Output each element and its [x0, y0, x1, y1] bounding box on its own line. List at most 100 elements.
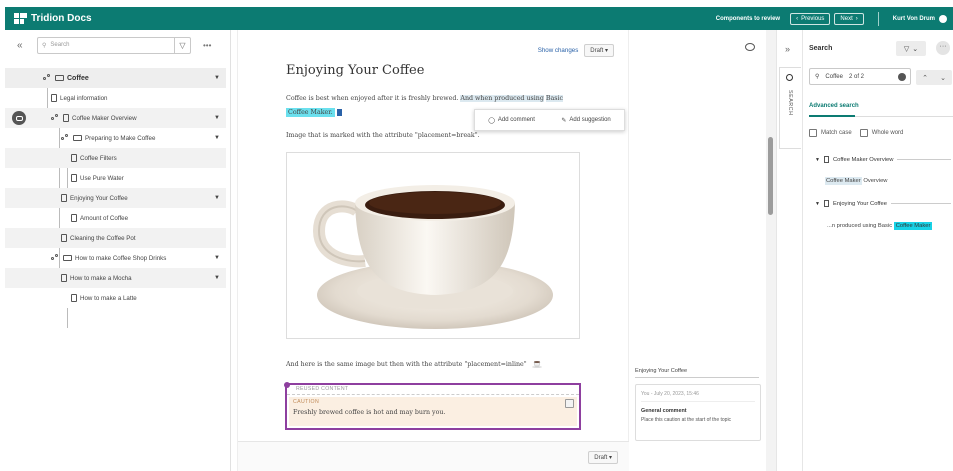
- caution-text: Freshly brewed coffee is hot and may bur…: [293, 409, 446, 416]
- tree-item[interactable]: Coffee Filters: [5, 148, 226, 168]
- search-tab[interactable]: SEARCH: [779, 67, 801, 149]
- chevron-up-icon[interactable]: ⌃: [922, 74, 928, 82]
- search-match-text: Coffee Maker.: [286, 108, 335, 117]
- content-tree-panel: « ⚲ Search ▽ ••• Coffee ▼ Legal informat…: [5, 30, 231, 471]
- tree-item[interactable]: Use Pure Water: [5, 168, 226, 188]
- search-options: Match case Whole word: [809, 129, 903, 137]
- search-icon: ⚲: [42, 42, 47, 49]
- folder-icon: [73, 135, 82, 141]
- add-comment-button[interactable]: ◯ Add comment: [488, 117, 535, 124]
- chevron-down-icon: ▾: [604, 48, 608, 54]
- search-filter-button[interactable]: ▽ ⌄: [896, 41, 926, 56]
- show-changes-link[interactable]: Show changes: [538, 47, 579, 54]
- add-suggestion-label: Add suggestion: [569, 117, 611, 123]
- add-suggestion-button[interactable]: ✎ Add suggestion: [561, 117, 610, 124]
- shared-icon: [61, 134, 70, 142]
- search-result-group[interactable]: ▼ Enjoying Your Coffee: [815, 200, 951, 207]
- tree-item-selected[interactable]: Enjoying Your Coffee ▼: [5, 188, 226, 208]
- match-case-checkbox[interactable]: Match case: [809, 129, 852, 137]
- tree-item-label: Preparing to Make Coffee: [85, 134, 156, 142]
- user-menu[interactable]: Kurt Von Drum: [892, 14, 947, 23]
- caution-label: CAUTION: [293, 399, 320, 405]
- next-button[interactable]: Next ›: [834, 12, 864, 25]
- search-query-input[interactable]: ⚲ Coffee 2 of 2: [809, 68, 911, 85]
- caret-down-icon[interactable]: ▼: [214, 275, 220, 281]
- search-result-snippet[interactable]: Coffee Maker Overview: [825, 177, 888, 185]
- open-reused-icon[interactable]: [565, 399, 574, 408]
- caret-down-icon[interactable]: ▼: [214, 75, 220, 81]
- app-logo: Tridion Docs: [14, 13, 92, 24]
- app-title: Tridion Docs: [31, 13, 92, 24]
- next-label: Next: [840, 15, 853, 22]
- app-header: Tridion Docs Components to review ‹ Prev…: [5, 7, 953, 30]
- document-icon: [61, 274, 67, 282]
- caution-note[interactable]: CAUTION Freshly brewed coffee is hot and…: [289, 397, 577, 426]
- chevron-down-icon: ⌄: [912, 45, 919, 53]
- reused-content-block[interactable]: REUSED CONTENT CAUTION Freshly brewed co…: [284, 382, 581, 430]
- reused-marker-icon: [284, 382, 290, 388]
- result-match-active: Coffee Maker: [893, 222, 933, 230]
- tree-item[interactable]: Coffee Maker Overview ▼: [5, 108, 226, 128]
- search-result-group[interactable]: ▼ Coffee Maker Overview: [815, 156, 951, 163]
- document-icon: [71, 214, 77, 222]
- tree-search-input[interactable]: ⚲ Search ▽: [37, 36, 191, 54]
- user-name: Kurt Von Drum: [892, 15, 935, 22]
- chevron-down-icon[interactable]: ⌄: [940, 74, 946, 82]
- tree-item[interactable]: How to make a Latte: [5, 288, 226, 308]
- tree-item[interactable]: Amount of Coffee: [5, 208, 226, 228]
- filter-icon[interactable]: ▽: [174, 37, 190, 53]
- paragraph[interactable]: And here is the same image but then with…: [286, 361, 542, 368]
- tree-item-label: Legal information: [60, 94, 108, 102]
- comments-column: Enjoying Your Coffee You - July 20, 2023…: [629, 30, 766, 471]
- tree-item[interactable]: How to make a Mocha ▼: [5, 268, 226, 288]
- caret-down-icon[interactable]: ▼: [214, 115, 220, 121]
- draft-status-dropdown-bottom[interactable]: Draft ▾: [588, 451, 618, 464]
- coffee-cup-image[interactable]: [286, 152, 580, 339]
- comment-title: General comment: [641, 408, 687, 414]
- clear-search-icon[interactable]: [898, 72, 906, 81]
- scrollbar-thumb[interactable]: [768, 137, 773, 215]
- tree-item[interactable]: Cleaning the Coffee Pot: [5, 228, 226, 248]
- comment-section-heading: Enjoying Your Coffee: [635, 368, 759, 378]
- match-case-label: Match case: [821, 130, 852, 136]
- tree-item-label: Enjoying Your Coffee: [70, 194, 128, 202]
- shared-icon: [51, 114, 60, 122]
- result-doc-title: Enjoying Your Coffee: [832, 200, 887, 207]
- collapse-panel-icon[interactable]: «: [17, 40, 29, 51]
- tree-item[interactable]: Legal information: [5, 88, 226, 108]
- tree-item-label: Amount of Coffee: [80, 214, 129, 222]
- comment-indicator-icon[interactable]: [12, 111, 26, 125]
- caret-down-icon: ▼: [815, 156, 820, 163]
- selected-text: And when produced using: [460, 95, 544, 102]
- document-title[interactable]: Enjoying Your Coffee: [286, 63, 424, 78]
- advanced-search-tab[interactable]: Advanced search: [809, 103, 859, 109]
- search-icon: ⚲: [815, 74, 820, 80]
- document-icon: [61, 234, 67, 242]
- tree-item-label: Coffee Maker Overview: [72, 114, 137, 122]
- more-options-icon[interactable]: ···: [936, 41, 950, 55]
- document-icon: [71, 294, 77, 302]
- search-result-snippet[interactable]: ...n produced using Basic Coffee Maker: [827, 222, 933, 230]
- selected-text: Basic: [545, 95, 564, 102]
- checkbox-icon: [859, 129, 868, 137]
- caret-down-icon[interactable]: ▼: [214, 255, 220, 261]
- search-count: 2 of 2: [848, 73, 864, 80]
- whole-word-checkbox[interactable]: Whole word: [859, 129, 903, 137]
- chevron-down-icon: ▾: [608, 455, 612, 461]
- inline-coffee-image[interactable]: [531, 361, 542, 368]
- expand-panel-icon[interactable]: »: [785, 44, 790, 54]
- paragraph[interactable]: Image that is marked with the attribute …: [286, 132, 480, 139]
- caret-down-icon[interactable]: ▼: [214, 195, 220, 201]
- editor-scrollbar[interactable]: [766, 30, 776, 471]
- more-options-icon[interactable]: •••: [203, 41, 211, 50]
- draft-status-dropdown[interactable]: Draft ▾: [584, 44, 614, 57]
- previous-button[interactable]: ‹ Previous: [790, 12, 831, 25]
- comment-card[interactable]: You - July 20, 2023, 15:46 General comme…: [635, 384, 761, 441]
- search-panel: Search ▽ ⌄ ··· ⚲ Coffee 2 of 2 ⌃ ⌄ Advan…: [802, 30, 953, 471]
- result-text: Overview: [863, 178, 888, 184]
- tree-item[interactable]: Preparing to Make Coffee ▼: [5, 128, 226, 148]
- tree-item[interactable]: How to make Coffee Shop Drinks ▼: [5, 248, 226, 268]
- tree-item[interactable]: Coffee ▼: [5, 68, 226, 88]
- comment-icon[interactable]: [745, 43, 755, 51]
- caret-down-icon[interactable]: ▼: [214, 135, 220, 141]
